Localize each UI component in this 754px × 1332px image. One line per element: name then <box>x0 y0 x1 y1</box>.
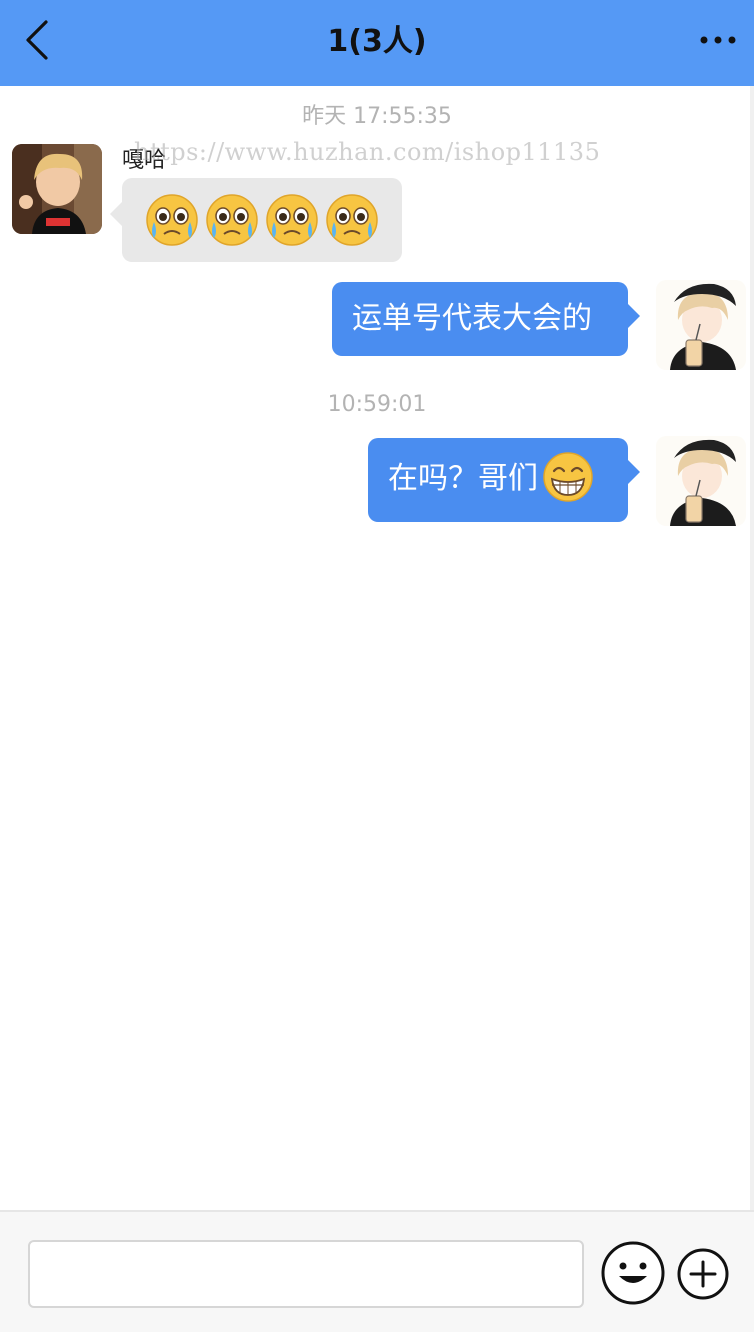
chat-title: 1(3人) <box>327 24 427 59</box>
more-dots-icon <box>700 36 736 44</box>
sender-name: 嘎哈 <box>122 148 167 173</box>
crying-face-icon <box>326 194 378 246</box>
emoji-button[interactable] <box>600 1240 666 1306</box>
message-timestamp: 昨天 17:55:35 <box>302 104 452 129</box>
grinning-face-icon <box>543 452 593 502</box>
message-text: 在吗？哥们 <box>388 461 538 496</box>
message-bubble-outgoing[interactable]: 运单号代表大会的 <box>332 282 640 356</box>
more-button[interactable] <box>696 24 740 56</box>
message-text: 运单号代表大会的 <box>352 301 592 336</box>
smiley-icon <box>601 1241 665 1305</box>
message-bubble-incoming[interactable] <box>110 178 402 262</box>
message-input[interactable] <box>28 1240 584 1308</box>
user-avatar-icon <box>656 436 746 526</box>
crying-face-icon <box>146 194 198 246</box>
crying-face-icon <box>266 194 318 246</box>
watermark: https://www.huzhan.com/ishop11135 <box>134 138 601 166</box>
crying-face-icon <box>206 194 258 246</box>
message-timestamp: 10:59:01 <box>327 392 427 417</box>
avatar[interactable] <box>656 280 746 370</box>
chat-screen: 1(3人) 昨天 17:55:35 嘎哈 https://www.huzhan.… <box>0 0 754 1332</box>
emoji-row <box>144 192 380 248</box>
message-bubble-outgoing[interactable]: 在吗？哥们 <box>368 438 640 522</box>
chat-header: 1(3人) <box>0 0 754 86</box>
avatar[interactable] <box>656 436 746 526</box>
plus-circle-icon <box>677 1248 729 1300</box>
scroll-edge <box>750 86 754 1210</box>
user-avatar-icon <box>656 280 746 370</box>
avatar[interactable] <box>12 144 102 234</box>
user-photo-icon <box>12 144 102 234</box>
more-actions-button[interactable] <box>676 1247 730 1301</box>
input-bar <box>0 1210 754 1332</box>
